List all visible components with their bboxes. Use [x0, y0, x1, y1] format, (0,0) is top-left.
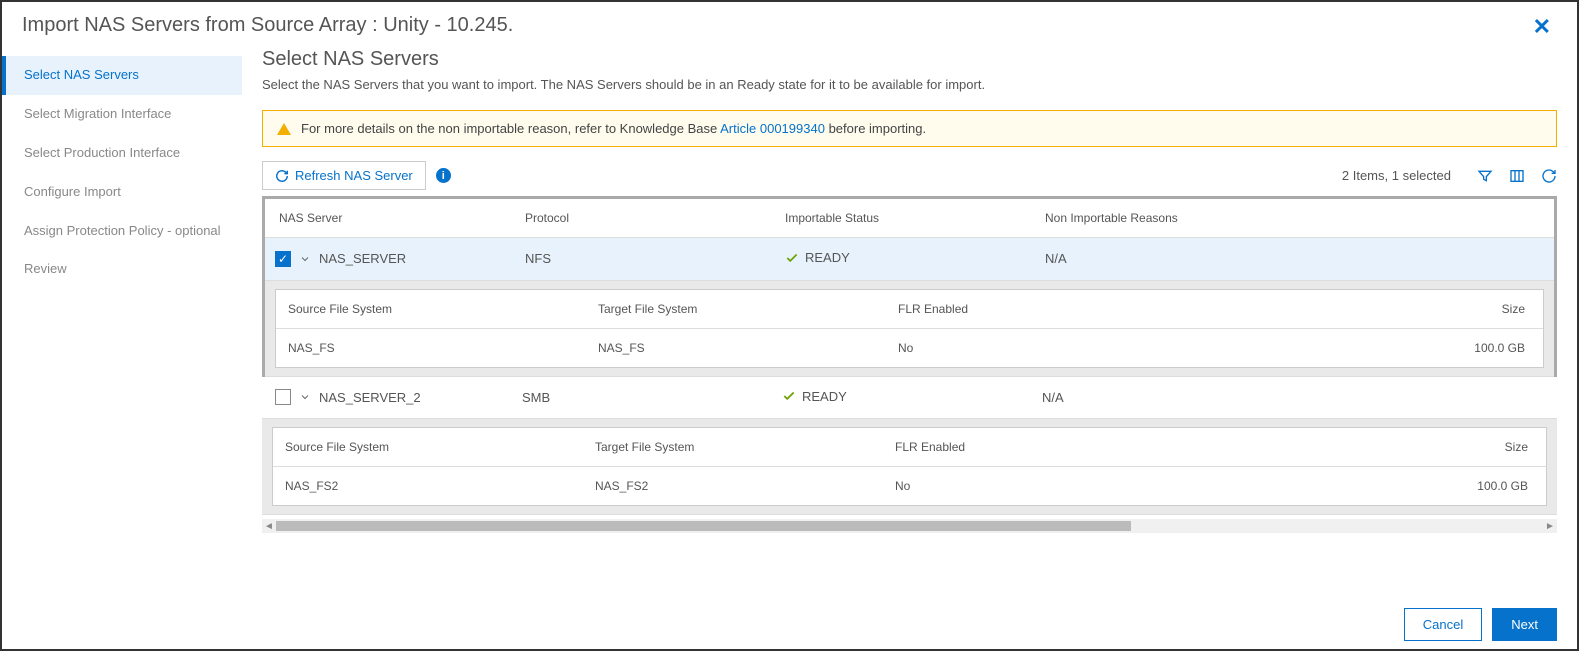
- table-row[interactable]: NAS_SERVER_2 SMB READY N/A: [262, 377, 1557, 420]
- page-title: Select NAS Servers: [262, 48, 1557, 71]
- subcol-source-fs[interactable]: Source File System: [273, 428, 583, 466]
- nas-server-name: NAS_SERVER: [319, 251, 406, 266]
- subcol-target-fs[interactable]: Target File System: [586, 290, 886, 328]
- target-fs-value: NAS_FS2: [583, 467, 883, 505]
- banner-text-pre: For more details on the non importable r…: [301, 121, 720, 136]
- selection-status: 2 Items, 1 selected: [1342, 168, 1451, 183]
- reasons-value: N/A: [1035, 239, 1554, 278]
- filesystem-row[interactable]: NAS_FS NAS_FS No 100.0 GB: [276, 329, 1543, 367]
- refresh-nas-server-button[interactable]: Refresh NAS Server: [262, 161, 426, 190]
- refresh-button-label: Refresh NAS Server: [295, 168, 413, 183]
- wizard-sidebar: Select NAS Servers Select Migration Inte…: [2, 48, 242, 585]
- step-configure-import[interactable]: Configure Import: [2, 173, 242, 212]
- scroll-thumb[interactable]: [276, 521, 1131, 531]
- horizontal-scrollbar[interactable]: ◄ ►: [262, 519, 1557, 533]
- subcol-source-fs[interactable]: Source File System: [276, 290, 586, 328]
- row-checkbox[interactable]: [275, 389, 291, 405]
- target-fs-value: NAS_FS: [586, 329, 886, 367]
- warning-banner: For more details on the non importable r…: [262, 110, 1557, 147]
- reasons-value: N/A: [1032, 378, 1557, 417]
- flr-value: No: [883, 467, 1263, 505]
- subcol-size[interactable]: Size: [1263, 428, 1546, 466]
- scroll-right-icon[interactable]: ►: [1543, 521, 1557, 532]
- step-select-nas-servers[interactable]: Select NAS Servers: [2, 56, 242, 95]
- filter-icon[interactable]: [1477, 168, 1493, 184]
- nas-server-grid: NAS Server Protocol Importable Status No…: [262, 196, 1557, 377]
- subcol-flr-enabled[interactable]: FLR Enabled: [883, 428, 1263, 466]
- warning-icon: [277, 123, 291, 135]
- protocol-value: SMB: [512, 378, 772, 417]
- step-select-migration-interface[interactable]: Select Migration Interface: [2, 95, 242, 134]
- col-importable-status[interactable]: Importable Status: [775, 199, 1035, 237]
- subcol-size[interactable]: Size: [1266, 290, 1543, 328]
- subcol-flr-enabled[interactable]: FLR Enabled: [886, 290, 1266, 328]
- step-select-production-interface[interactable]: Select Production Interface: [2, 134, 242, 173]
- subcol-target-fs[interactable]: Target File System: [583, 428, 883, 466]
- filesystem-row[interactable]: NAS_FS2 NAS_FS2 No 100.0 GB: [273, 467, 1546, 505]
- nas-server-name: NAS_SERVER_2: [319, 390, 421, 405]
- size-value: 100.0 GB: [1263, 467, 1546, 505]
- scroll-left-icon[interactable]: ◄: [262, 521, 276, 532]
- col-nas-server[interactable]: NAS Server: [265, 199, 515, 237]
- step-review[interactable]: Review: [2, 250, 242, 289]
- source-fs-value: NAS_FS2: [273, 467, 583, 505]
- filesystem-subtable: Source File System Target File System FL…: [272, 427, 1547, 506]
- col-non-importable-reasons[interactable]: Non Importable Reasons: [1035, 199, 1554, 237]
- next-button[interactable]: Next: [1492, 608, 1557, 641]
- status-value: READY: [802, 389, 847, 404]
- status-value: READY: [805, 250, 850, 265]
- info-icon[interactable]: i: [436, 168, 451, 183]
- banner-text-post: before importing.: [825, 121, 926, 136]
- close-icon[interactable]: ✕: [1527, 14, 1557, 40]
- chevron-down-icon[interactable]: [299, 253, 311, 265]
- reload-icon[interactable]: [1541, 168, 1557, 184]
- columns-icon[interactable]: [1509, 168, 1525, 184]
- protocol-value: NFS: [515, 239, 775, 278]
- cancel-button[interactable]: Cancel: [1404, 608, 1482, 641]
- size-value: 100.0 GB: [1266, 329, 1543, 367]
- filesystem-subtable: Source File System Target File System FL…: [275, 289, 1544, 368]
- chevron-down-icon[interactable]: [299, 391, 311, 403]
- page-subtitle: Select the NAS Servers that you want to …: [262, 77, 1557, 92]
- step-assign-protection-policy[interactable]: Assign Protection Policy - optional: [2, 212, 242, 251]
- source-fs-value: NAS_FS: [276, 329, 586, 367]
- table-row[interactable]: NAS_SERVER NFS READY N/A: [265, 238, 1554, 281]
- dialog-title: Import NAS Servers from Source Array : U…: [22, 14, 513, 37]
- flr-value: No: [886, 329, 1266, 367]
- kb-article-link[interactable]: Article 000199340: [720, 121, 825, 136]
- row-checkbox[interactable]: [275, 251, 291, 267]
- col-protocol[interactable]: Protocol: [515, 199, 775, 237]
